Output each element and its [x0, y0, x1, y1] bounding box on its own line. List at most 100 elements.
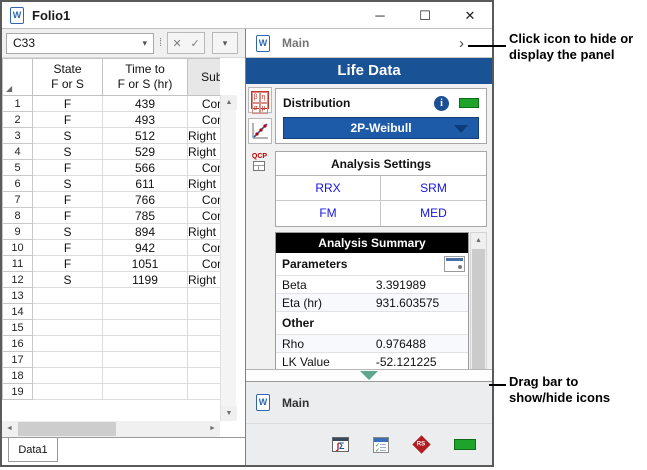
- row-number[interactable]: 8: [3, 208, 33, 224]
- row-number[interactable]: 7: [3, 192, 33, 208]
- row-number[interactable]: 16: [3, 336, 33, 352]
- col-header-state[interactable]: State F or S: [33, 59, 103, 96]
- reliasoft-logo-icon[interactable]: RS: [412, 435, 430, 453]
- cell-time[interactable]: 566: [103, 160, 188, 176]
- cell-subset[interactable]: Complete: [188, 112, 221, 128]
- cell-state[interactable]: F: [33, 208, 103, 224]
- cell-state[interactable]: [33, 384, 103, 400]
- select-all-corner[interactable]: ◢: [3, 59, 33, 96]
- cell-time[interactable]: [103, 288, 188, 304]
- cell-time[interactable]: 439: [103, 96, 188, 112]
- cell-state[interactable]: F: [33, 160, 103, 176]
- cell-time[interactable]: 512: [103, 128, 188, 144]
- cell-subset[interactable]: Right Censored: [188, 224, 221, 240]
- panel-drag-bar[interactable]: [246, 369, 492, 382]
- cell-state[interactable]: [33, 368, 103, 384]
- function-wizard-icon[interactable]: ∫Σ: [332, 437, 349, 452]
- row-number[interactable]: 19: [3, 384, 33, 400]
- scroll-up-icon[interactable]: ▲: [221, 95, 237, 110]
- col-header-subset[interactable]: Subset ID: [188, 59, 221, 96]
- cell-time[interactable]: [103, 368, 188, 384]
- cell-subset[interactable]: Right Censored: [188, 176, 221, 192]
- cell-subset[interactable]: Right Censored: [188, 144, 221, 160]
- sheet-tab-data1[interactable]: Data1: [8, 438, 58, 462]
- distribution-parameters-icon[interactable]: β η σ μ: [248, 87, 272, 113]
- cell-state[interactable]: [33, 352, 103, 368]
- analysis-setting-fm[interactable]: FM: [276, 201, 381, 226]
- cell-subset[interactable]: Right Censored: [188, 272, 221, 288]
- cell-state[interactable]: [33, 336, 103, 352]
- grid-horizontal-scrollbar[interactable]: ◄ ►: [2, 421, 245, 437]
- cell-state[interactable]: F: [33, 96, 103, 112]
- analysis-setting-med[interactable]: MED: [381, 201, 486, 226]
- distribution-dropdown[interactable]: 2P-Weibull: [283, 117, 479, 139]
- summary-scroll-up-icon[interactable]: ▲: [471, 233, 486, 248]
- cell-subset[interactable]: [188, 304, 221, 320]
- cell-subset[interactable]: [188, 336, 221, 352]
- cancel-entry-button[interactable]: ✕: [168, 37, 186, 50]
- cell-subset[interactable]: Complete: [188, 208, 221, 224]
- cell-time[interactable]: 785: [103, 208, 188, 224]
- cell-state[interactable]: [33, 320, 103, 336]
- cell-state[interactable]: F: [33, 240, 103, 256]
- publish-report-icon[interactable]: [444, 256, 465, 272]
- row-number[interactable]: 6: [3, 176, 33, 192]
- row-number[interactable]: 14: [3, 304, 33, 320]
- cell-state[interactable]: [33, 304, 103, 320]
- cell-subset[interactable]: Right Censored: [188, 128, 221, 144]
- cell-state[interactable]: F: [33, 256, 103, 272]
- cell-state[interactable]: F: [33, 192, 103, 208]
- row-number[interactable]: 17: [3, 352, 33, 368]
- maximize-button[interactable]: ☐: [417, 9, 433, 22]
- cell-subset[interactable]: [188, 352, 221, 368]
- summary-scroll-thumb[interactable]: [472, 249, 485, 369]
- scroll-right-icon[interactable]: ►: [205, 421, 220, 437]
- cell-subset[interactable]: [188, 384, 221, 400]
- cell-state[interactable]: [33, 288, 103, 304]
- scroll-down-icon[interactable]: ▼: [221, 406, 237, 421]
- row-number[interactable]: 1: [3, 96, 33, 112]
- cell-subset[interactable]: Complete: [188, 256, 221, 272]
- analysis-setting-rrx[interactable]: RRX: [276, 176, 381, 201]
- cell-state[interactable]: S: [33, 272, 103, 288]
- cell-time[interactable]: [103, 384, 188, 400]
- cell-subset[interactable]: Complete: [188, 240, 221, 256]
- cell-state[interactable]: F: [33, 112, 103, 128]
- cell-state[interactable]: S: [33, 176, 103, 192]
- cell-time[interactable]: 942: [103, 240, 188, 256]
- cell-time[interactable]: 1051: [103, 256, 188, 272]
- probability-plot-icon[interactable]: [248, 118, 272, 144]
- hscroll-thumb[interactable]: [18, 422, 116, 436]
- row-number[interactable]: 11: [3, 256, 33, 272]
- row-number[interactable]: 12: [3, 272, 33, 288]
- row-number[interactable]: 2: [3, 112, 33, 128]
- col-header-time[interactable]: Time to F or S (hr): [103, 59, 188, 96]
- cell-time[interactable]: [103, 336, 188, 352]
- minimize-button[interactable]: ─: [372, 9, 388, 22]
- qcp-icon[interactable]: QCP: [248, 149, 272, 175]
- scroll-left-icon[interactable]: ◄: [2, 421, 17, 437]
- cell-time[interactable]: 894: [103, 224, 188, 240]
- cell-reference-box[interactable]: C33 ▾: [6, 33, 154, 54]
- row-number[interactable]: 18: [3, 368, 33, 384]
- cell-time[interactable]: [103, 320, 188, 336]
- row-number[interactable]: 5: [3, 160, 33, 176]
- footer-main-item[interactable]: W Main: [246, 382, 492, 424]
- cell-subset[interactable]: Complete: [188, 96, 221, 112]
- cell-subset[interactable]: [188, 368, 221, 384]
- cell-subset[interactable]: [188, 320, 221, 336]
- formula-options-dropdown[interactable]: ▾: [212, 32, 238, 54]
- cell-state[interactable]: S: [33, 224, 103, 240]
- cell-state[interactable]: S: [33, 144, 103, 160]
- summary-scrollbar[interactable]: ▲: [470, 232, 487, 369]
- cell-time[interactable]: [103, 352, 188, 368]
- cell-state[interactable]: S: [33, 128, 103, 144]
- cell-reference-dropdown-icon[interactable]: ▾: [142, 38, 147, 49]
- row-number[interactable]: 15: [3, 320, 33, 336]
- cell-subset[interactable]: Complete: [188, 160, 221, 176]
- row-number[interactable]: 4: [3, 144, 33, 160]
- cell-time[interactable]: 1199: [103, 272, 188, 288]
- title-bar[interactable]: W Folio1 ─ ☐ ✕: [2, 2, 492, 29]
- cell-time[interactable]: 611: [103, 176, 188, 192]
- cell-time[interactable]: 493: [103, 112, 188, 128]
